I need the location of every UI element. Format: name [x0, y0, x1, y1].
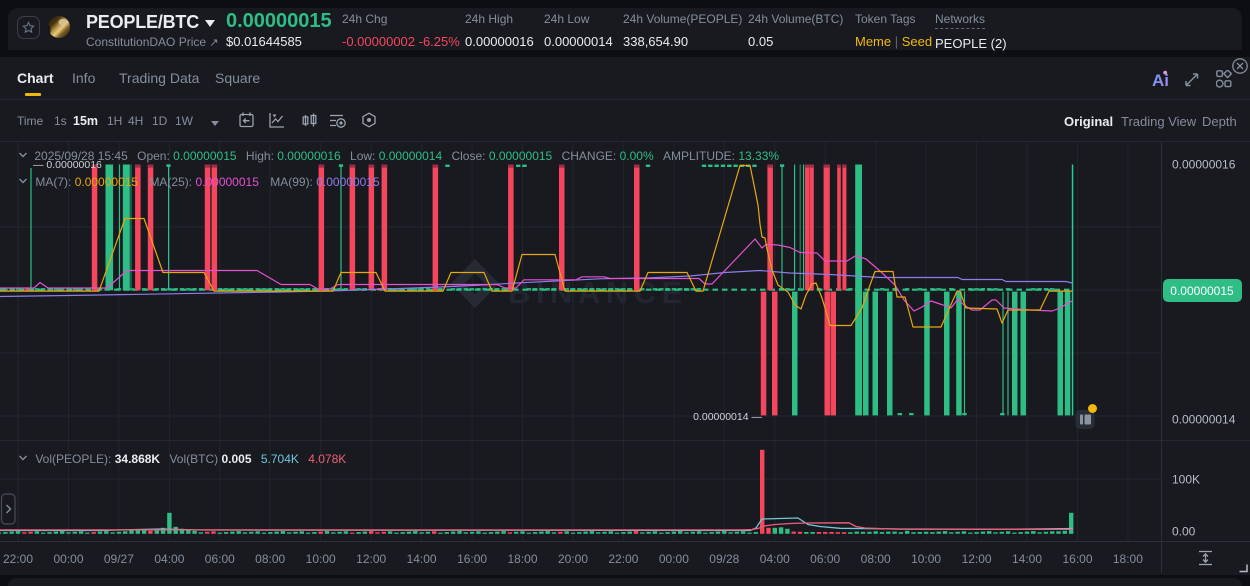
svg-text:100K: 100K	[1172, 473, 1200, 487]
svg-text:12:00: 12:00	[356, 552, 386, 566]
svg-text:14:00: 14:00	[407, 552, 437, 566]
svg-text:00:00: 00:00	[53, 552, 83, 566]
svg-text:06:00: 06:00	[205, 552, 235, 566]
svg-text:0.00000014 —: 0.00000014 —	[693, 411, 762, 423]
svg-text:18:00: 18:00	[507, 552, 537, 566]
svg-text:09/27: 09/27	[104, 552, 134, 566]
svg-text:0.00: 0.00	[1172, 525, 1196, 539]
svg-text:08:00: 08:00	[861, 552, 891, 566]
svg-text:16:00: 16:00	[1062, 552, 1092, 566]
svg-text:10:00: 10:00	[306, 552, 336, 566]
svg-text:0.00000015: 0.00000015	[1170, 284, 1234, 298]
svg-text:0.00000016: 0.00000016	[1172, 158, 1236, 172]
svg-text:16:00: 16:00	[457, 552, 487, 566]
svg-text:00:00: 00:00	[659, 552, 689, 566]
svg-text:14:00: 14:00	[1012, 552, 1042, 566]
svg-text:22:00: 22:00	[3, 552, 33, 566]
svg-text:04:00: 04:00	[154, 552, 184, 566]
svg-text:12:00: 12:00	[962, 552, 992, 566]
svg-text:06:00: 06:00	[810, 552, 840, 566]
svg-text:04:00: 04:00	[760, 552, 790, 566]
svg-text:10:00: 10:00	[911, 552, 941, 566]
svg-text:09/28: 09/28	[709, 552, 739, 566]
svg-text:08:00: 08:00	[255, 552, 285, 566]
svg-text:18:00: 18:00	[1113, 552, 1143, 566]
svg-text:22:00: 22:00	[608, 552, 638, 566]
svg-text:20:00: 20:00	[558, 552, 588, 566]
svg-text:0.00000014: 0.00000014	[1172, 413, 1236, 427]
